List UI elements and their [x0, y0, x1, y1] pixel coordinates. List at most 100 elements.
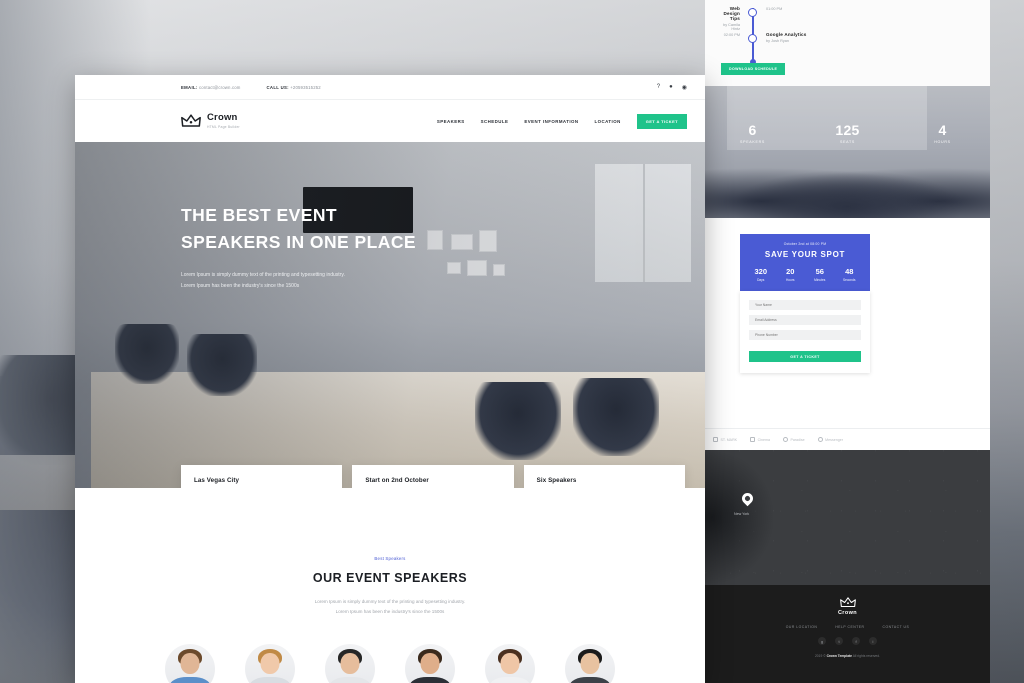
speaker-card[interactable]: Camila Hintz — [481, 643, 539, 683]
sponsor-logo-icon — [713, 437, 718, 442]
speakers-grid: Mark Smith Vera Duncan Bryce Vaughn Coop… — [75, 643, 705, 683]
ticket-heading: SAVE YOUR SPOT — [764, 250, 846, 259]
sponsor-item[interactable]: Messenger — [817, 437, 843, 442]
email-value[interactable]: contact@crown.com — [199, 85, 241, 90]
schedule-author: by Camila Hintz — [723, 22, 740, 31]
footer-link-contact-us[interactable]: CONTACT US — [883, 625, 910, 629]
hero-title-line2: SPEAKERS IN ONE PLACE — [181, 232, 417, 253]
ticket-date-note: October 2nd at 08:00 PM — [783, 242, 827, 246]
location-map[interactable]: New York — [705, 450, 990, 585]
speakers-kicker: Best Speakers — [374, 556, 406, 561]
counter-background-photo — [705, 162, 990, 218]
schedule-time: 02:00 PM — [723, 33, 740, 37]
feature-card-title: Six Speakers — [536, 477, 577, 485]
countdown-value: 48 — [845, 267, 854, 276]
footer-link-help-center[interactable]: HELP CENTER — [835, 625, 864, 629]
twitter-icon[interactable]: t — [835, 637, 843, 645]
instagram-icon[interactable]: i — [869, 637, 877, 645]
avatar — [245, 643, 295, 683]
sponsor-item[interactable]: Paradise — [782, 437, 805, 442]
countdown-value: 320 — [754, 267, 767, 276]
counter-item: 125 SEATS — [800, 122, 895, 144]
schedule-row[interactable]: Web Design Tips by Camila Hintz 01:00 PM — [719, 6, 976, 32]
footer: Crown OUR LOCATION HELP CENTER CONTACT U… — [705, 585, 990, 683]
brand-logo[interactable]: Crown HTML Page Builder — [181, 113, 240, 129]
top-info-bar: EMAIL: contact@crown.com CALL US: +20593… — [75, 75, 705, 100]
phone-info: CALL US: +20593515252 — [267, 85, 321, 90]
download-schedule-button[interactable]: DOWNLOAD SCHEDULE — [721, 63, 786, 75]
speaker-card[interactable]: Vera Duncan — [241, 643, 299, 683]
sponsor-name: Paradise — [790, 437, 805, 442]
counter-value: 125 — [835, 122, 860, 138]
counter-list: 6 SPEAKERS 125 SEATS 4 HOURS — [705, 122, 990, 144]
ticket-card: October 2nd at 08:00 PM SAVE YOUR SPOT 3… — [740, 234, 870, 373]
map-pin-label: New York — [734, 512, 750, 516]
phone-value[interactable]: +20593515252 — [290, 85, 321, 90]
counter-label: SEATS — [839, 140, 856, 144]
facebook-icon[interactable]: ? — [657, 84, 660, 91]
get-ticket-submit-button[interactable]: GET A TICKET — [749, 351, 861, 362]
footer-nav: OUR LOCATION HELP CENTER CONTACT US — [705, 625, 990, 629]
counter-section: 6 SPEAKERS 125 SEATS 4 HOURS — [705, 86, 990, 218]
countdown-timer: 320 Days 20 Hours 56 Minutes 48 Seconds — [746, 267, 864, 282]
hero-title-line1: THE BEST EVENT — [181, 205, 338, 225]
countdown-value: 20 — [786, 267, 795, 276]
speakers-section: Best Speakers OUR EVENT SPEAKERS Lorem I… — [75, 488, 705, 683]
nav-item-schedule[interactable]: SCHEDULE — [481, 119, 509, 124]
crown-icon — [181, 114, 201, 127]
avatar — [565, 643, 615, 683]
footer-copyright: 2019 © Crown Template All rights reserve… — [705, 654, 990, 658]
phone-field[interactable] — [749, 329, 861, 340]
avatar — [165, 643, 215, 683]
twitter-icon[interactable]: ● — [669, 84, 673, 91]
brand-tagline: HTML Page Builder — [207, 124, 240, 129]
nav-item-speakers[interactable]: SPEAKERS — [437, 119, 465, 124]
footer-social-links: g t f i — [705, 637, 990, 645]
counter-item: 6 SPEAKERS — [705, 122, 800, 144]
feature-card[interactable]: Start on 2nd October Lorem Ipsum is simp… — [352, 465, 514, 488]
sponsor-logo-icon — [817, 437, 823, 442]
hero-section: THE BEST EVENT SPEAKERS IN ONE PLACE Lor… — [75, 142, 705, 488]
footer-brand[interactable]: Crown — [705, 585, 990, 616]
brand-name: Crown — [207, 112, 238, 124]
google-plus-icon[interactable]: g — [818, 637, 826, 645]
phone-label: CALL US: — [266, 84, 289, 90]
countdown-label: Seconds — [843, 277, 856, 282]
speaker-card[interactable]: Bryce Vaughn — [321, 643, 379, 683]
countdown-value: 56 — [815, 267, 824, 276]
footer-link-our-location[interactable]: OUR LOCATION — [786, 625, 818, 629]
get-a-ticket-button[interactable]: GET A TICKET — [636, 113, 687, 129]
speakers-desc-line2: Lorem Ipsum has been the industry's sinc… — [335, 609, 445, 615]
hero-paragraph: Lorem Ipsum is simply dummy text of the … — [181, 272, 345, 289]
background-page-right-column: Web Design Tips by Camila Hintz 01:00 PM… — [705, 0, 990, 683]
email-field[interactable] — [749, 314, 861, 325]
email-label: EMAIL: — [181, 84, 198, 90]
countdown-unit: 48 Seconds — [835, 267, 865, 282]
sponsor-name: Cinema — [757, 437, 770, 442]
speaker-card[interactable]: Josh Ryan — [561, 643, 619, 683]
facebook-icon[interactable]: f — [852, 637, 860, 645]
timeline-dot — [748, 34, 757, 43]
sponsor-item[interactable]: Cinema — [750, 437, 770, 442]
feature-card-title: Start on 2nd October — [365, 477, 429, 485]
countdown-unit: 56 Minutes — [805, 267, 835, 282]
sponsor-item[interactable]: ST. MARK — [713, 437, 737, 442]
speaker-card[interactable]: Cooper Moore — [401, 643, 459, 683]
speakers-description: Lorem Ipsum is simply dummy text of the … — [75, 597, 705, 618]
speakers-desc-line1: Lorem Ipsum is simply dummy text of the … — [314, 599, 466, 604]
google-plus-icon[interactable]: ◉ — [682, 84, 687, 91]
copyright-suffix: All rights reserved. — [851, 654, 881, 658]
copyright-prefix: 2019 © — [814, 654, 827, 658]
schedule-row[interactable]: 02:00 PM Google Analytics by Josh Ryan — [719, 32, 976, 58]
nav-item-location[interactable]: LOCATION — [595, 119, 621, 124]
sponsor-name: ST. MARK — [720, 437, 738, 442]
nav-item-event-information[interactable]: EVENT INFORMATION — [524, 119, 578, 124]
countdown-unit: 20 Hours — [776, 267, 806, 282]
name-field[interactable] — [749, 299, 861, 310]
copyright-brand: Crown Template — [826, 654, 852, 658]
footer-brand-name: Crown — [837, 610, 858, 616]
feature-card-title: Las Vegas City — [194, 477, 240, 485]
speaker-card[interactable]: Mark Smith — [161, 643, 219, 683]
feature-card[interactable]: Six Speakers Lorem Ipsum is simply dummy… — [523, 465, 685, 488]
feature-card[interactable]: Las Vegas City Lorem Ipsum is simply dum… — [181, 465, 343, 488]
